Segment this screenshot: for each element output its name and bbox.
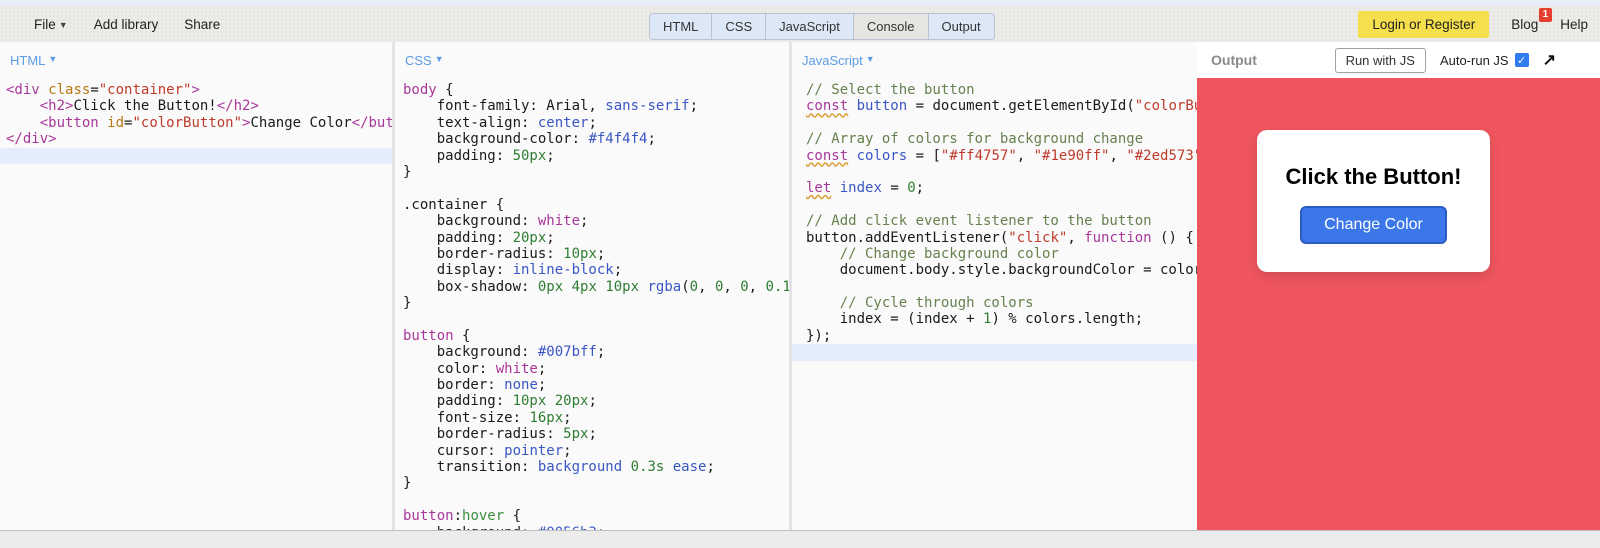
html-code-editor[interactable]: <div class="container"> <h2>Click the Bu… <box>0 78 392 531</box>
code-line: } <box>403 475 789 491</box>
tab-javascript[interactable]: JavaScript <box>766 14 854 39</box>
code-line: // Cycle through colors <box>806 295 1197 311</box>
js-panel-menu[interactable]: JavaScript▼ <box>792 42 1197 78</box>
code-line: // Array of colors for background change <box>806 131 1197 147</box>
change-color-button[interactable]: Change Color <box>1300 206 1447 244</box>
code-line <box>806 279 1197 295</box>
output-panel: Output Run with JS Auto-run JS ✓ ↗ Click… <box>1197 42 1600 531</box>
active-line-highlight <box>792 344 1197 360</box>
code-line <box>806 164 1197 180</box>
code-line: <div class="container"> <box>6 82 392 98</box>
preview-container-card: Click the Button! Change Color <box>1257 130 1490 272</box>
code-line: font-size: 16px; <box>403 410 789 426</box>
blog-label: Blog <box>1511 17 1538 32</box>
code-line: border: none; <box>403 377 789 393</box>
code-line: // Change background color <box>806 246 1197 262</box>
run-with-js-button[interactable]: Run with JS <box>1335 48 1426 73</box>
code-line: padding: 20px; <box>403 230 789 246</box>
help-link[interactable]: Help <box>1560 17 1588 32</box>
js-code-editor[interactable]: // Select the buttonconst button = docum… <box>792 78 1197 531</box>
css-editor-panel: CSS▼ body { font-family: Arial, sans-ser… <box>395 42 789 531</box>
code-line: button.addEventListener("click", functio… <box>806 230 1197 246</box>
code-line: transition: background 0.3s ease; <box>403 459 789 475</box>
tab-console[interactable]: Console <box>854 14 929 39</box>
js-editor-panel: JavaScript▼ // Select the buttonconst bu… <box>792 42 1197 531</box>
code-line: cursor: pointer; <box>403 443 789 459</box>
code-line: body { <box>403 82 789 98</box>
code-line: let index = 0; <box>806 180 1197 196</box>
output-header: Output Run with JS Auto-run JS ✓ ↗ <box>1197 42 1600 78</box>
code-line <box>403 492 789 508</box>
code-line: font-family: Arial, sans-serif; <box>403 98 789 114</box>
toolbar-right-group: Login or Register Blog 1 Help <box>1358 6 1588 42</box>
file-menu[interactable]: File▼ <box>34 17 68 32</box>
chevron-down-icon: ▼ <box>866 54 875 64</box>
code-line: display: inline-block; <box>403 262 789 278</box>
autorun-control: Auto-run JS ✓ <box>1440 53 1529 68</box>
toolbar: File▼ Add library Share HTMLCSSJavaScrip… <box>0 6 1600 43</box>
code-line: border-radius: 5px; <box>403 426 789 442</box>
preview-heading: Click the Button! <box>1257 164 1490 190</box>
code-line: box-shadow: 0px 4px 10px rgba(0, 0, 0, 0… <box>403 279 789 295</box>
chevron-down-icon: ▼ <box>435 54 444 64</box>
blog-notification-badge: 1 <box>1539 8 1553 22</box>
code-line: text-align: center; <box>403 115 789 131</box>
css-panel-title: CSS <box>405 53 432 68</box>
add-library-button[interactable]: Add library <box>94 17 159 32</box>
active-line-highlight <box>0 148 392 164</box>
code-line: const button = document.getElementById("… <box>806 98 1197 114</box>
tab-css[interactable]: CSS <box>712 14 766 39</box>
code-line: padding: 50px; <box>403 148 789 164</box>
code-line: button:hover { <box>403 508 789 524</box>
blog-link[interactable]: Blog 1 <box>1511 17 1538 32</box>
code-line: // Select the button <box>806 82 1197 98</box>
result-iframe: Click the Button! Change Color <box>1197 78 1600 531</box>
code-line: }); <box>806 328 1197 344</box>
autorun-checkbox[interactable]: ✓ <box>1515 53 1529 67</box>
code-line <box>403 180 789 196</box>
css-panel-menu[interactable]: CSS▼ <box>395 42 789 78</box>
code-line: document.body.style.backgroundColor = co… <box>806 262 1197 278</box>
code-line: } <box>403 164 789 180</box>
code-line: <h2>Click the Button!</h2> <box>6 98 392 114</box>
tab-html[interactable]: HTML <box>650 14 712 39</box>
panel-toggle-tabs: HTMLCSSJavaScriptConsoleOutput <box>649 13 995 40</box>
code-line: </div> <box>6 131 392 147</box>
expand-result-icon[interactable]: ↗ <box>1543 50 1556 70</box>
code-line: background: white; <box>403 213 789 229</box>
code-line <box>403 311 789 327</box>
html-panel-menu[interactable]: HTML▼ <box>0 42 392 78</box>
code-line: // Add click event listener to the butto… <box>806 213 1197 229</box>
code-line <box>806 197 1197 213</box>
tab-output[interactable]: Output <box>929 14 994 39</box>
css-code-editor[interactable]: body { font-family: Arial, sans-serif; t… <box>395 78 789 531</box>
code-line: const colors = ["#ff4757", "#1e90ff", "#… <box>806 148 1197 164</box>
code-line: } <box>403 295 789 311</box>
code-line: color: white; <box>403 361 789 377</box>
html-editor-panel: HTML▼ <div class="container"> <h2>Click … <box>0 42 392 531</box>
bottom-strip <box>0 530 1600 548</box>
code-line: border-radius: 10px; <box>403 246 789 262</box>
code-line: button { <box>403 328 789 344</box>
code-line: background-color: #f4f4f4; <box>403 131 789 147</box>
chevron-down-icon: ▼ <box>59 20 68 30</box>
code-line <box>806 115 1197 131</box>
share-button[interactable]: Share <box>184 17 220 32</box>
autorun-label: Auto-run JS <box>1440 53 1509 68</box>
login-register-button[interactable]: Login or Register <box>1358 11 1489 38</box>
code-line: index = (index + 1) % colors.length; <box>806 311 1197 327</box>
code-line: background: #007bff; <box>403 344 789 360</box>
code-line: .container { <box>403 197 789 213</box>
code-line: <button id="colorButton">Change Color</b… <box>6 115 392 131</box>
chevron-down-icon: ▼ <box>48 54 57 64</box>
js-panel-title: JavaScript <box>802 53 863 68</box>
code-line: padding: 10px 20px; <box>403 393 789 409</box>
output-title: Output <box>1211 52 1257 68</box>
toolbar-left-group: File▼ Add library Share <box>34 6 220 42</box>
html-panel-title: HTML <box>10 53 45 68</box>
